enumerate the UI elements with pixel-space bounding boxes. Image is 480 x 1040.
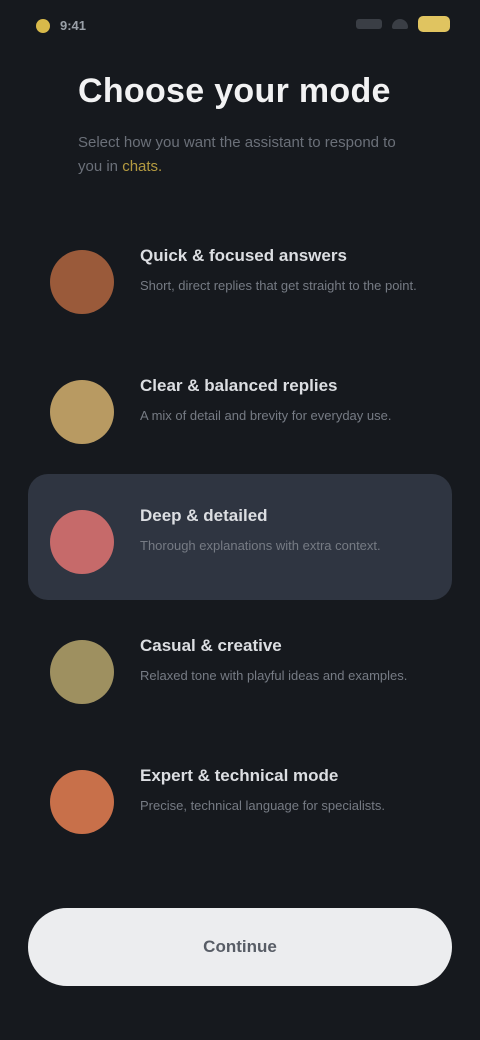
mode-avatar-icon xyxy=(50,640,114,704)
app-indicator-icon xyxy=(36,18,50,33)
mode-title: Quick & focused answers xyxy=(140,246,347,265)
battery-icon xyxy=(418,16,450,32)
mode-text: Quick & focused answers Short, direct re… xyxy=(140,246,430,296)
mode-title: Casual & creative xyxy=(140,636,282,655)
mode-option-balanced[interactable]: Clear & balanced replies A mix of detail… xyxy=(28,344,452,470)
mode-avatar-icon xyxy=(50,250,114,314)
status-bar: 9:41 xyxy=(0,0,480,56)
mode-avatar-icon xyxy=(50,380,114,444)
wifi-icon xyxy=(392,19,408,29)
header: Choose your mode Select how you want the… xyxy=(78,72,418,179)
mode-text: Clear & balanced replies A mix of detail… xyxy=(140,376,430,426)
mode-title: Expert & technical mode xyxy=(140,766,339,785)
mode-description: Thorough explanations with extra context… xyxy=(140,538,381,553)
mode-avatar-icon xyxy=(50,770,114,834)
page-title: Choose your mode xyxy=(78,72,391,110)
status-right xyxy=(356,16,450,32)
signal-icon xyxy=(356,19,382,29)
mode-option-creative[interactable]: Casual & creative Relaxed tone with play… xyxy=(28,604,452,730)
page-subtitle: Select how you want the assistant to res… xyxy=(78,131,418,179)
mode-text: Casual & creative Relaxed tone with play… xyxy=(140,636,430,686)
subtitle-accent: chats. xyxy=(122,158,163,175)
mode-title: Clear & balanced replies xyxy=(140,376,338,395)
mode-list: Quick & focused answers Short, direct re… xyxy=(28,214,452,864)
mode-text: Deep & detailed Thorough explanations wi… xyxy=(140,506,430,556)
mode-description: Short, direct replies that get straight … xyxy=(140,278,417,293)
mode-option-expert[interactable]: Expert & technical mode Precise, technic… xyxy=(28,734,452,860)
mode-option-detailed[interactable]: Deep & detailed Thorough explanations wi… xyxy=(28,474,452,600)
mode-description: Precise, technical language for speciali… xyxy=(140,798,385,813)
mode-title: Deep & detailed xyxy=(140,506,268,525)
continue-button[interactable]: Continue xyxy=(28,908,452,986)
mode-text: Expert & technical mode Precise, technic… xyxy=(140,766,430,816)
status-time: 9:41 xyxy=(60,18,87,33)
mode-avatar-icon xyxy=(50,510,114,574)
mode-description: Relaxed tone with playful ideas and exam… xyxy=(140,668,408,683)
mode-option-focused[interactable]: Quick & focused answers Short, direct re… xyxy=(28,214,452,340)
mode-description: A mix of detail and brevity for everyday… xyxy=(140,408,392,423)
status-left: 9:41 xyxy=(36,18,86,33)
